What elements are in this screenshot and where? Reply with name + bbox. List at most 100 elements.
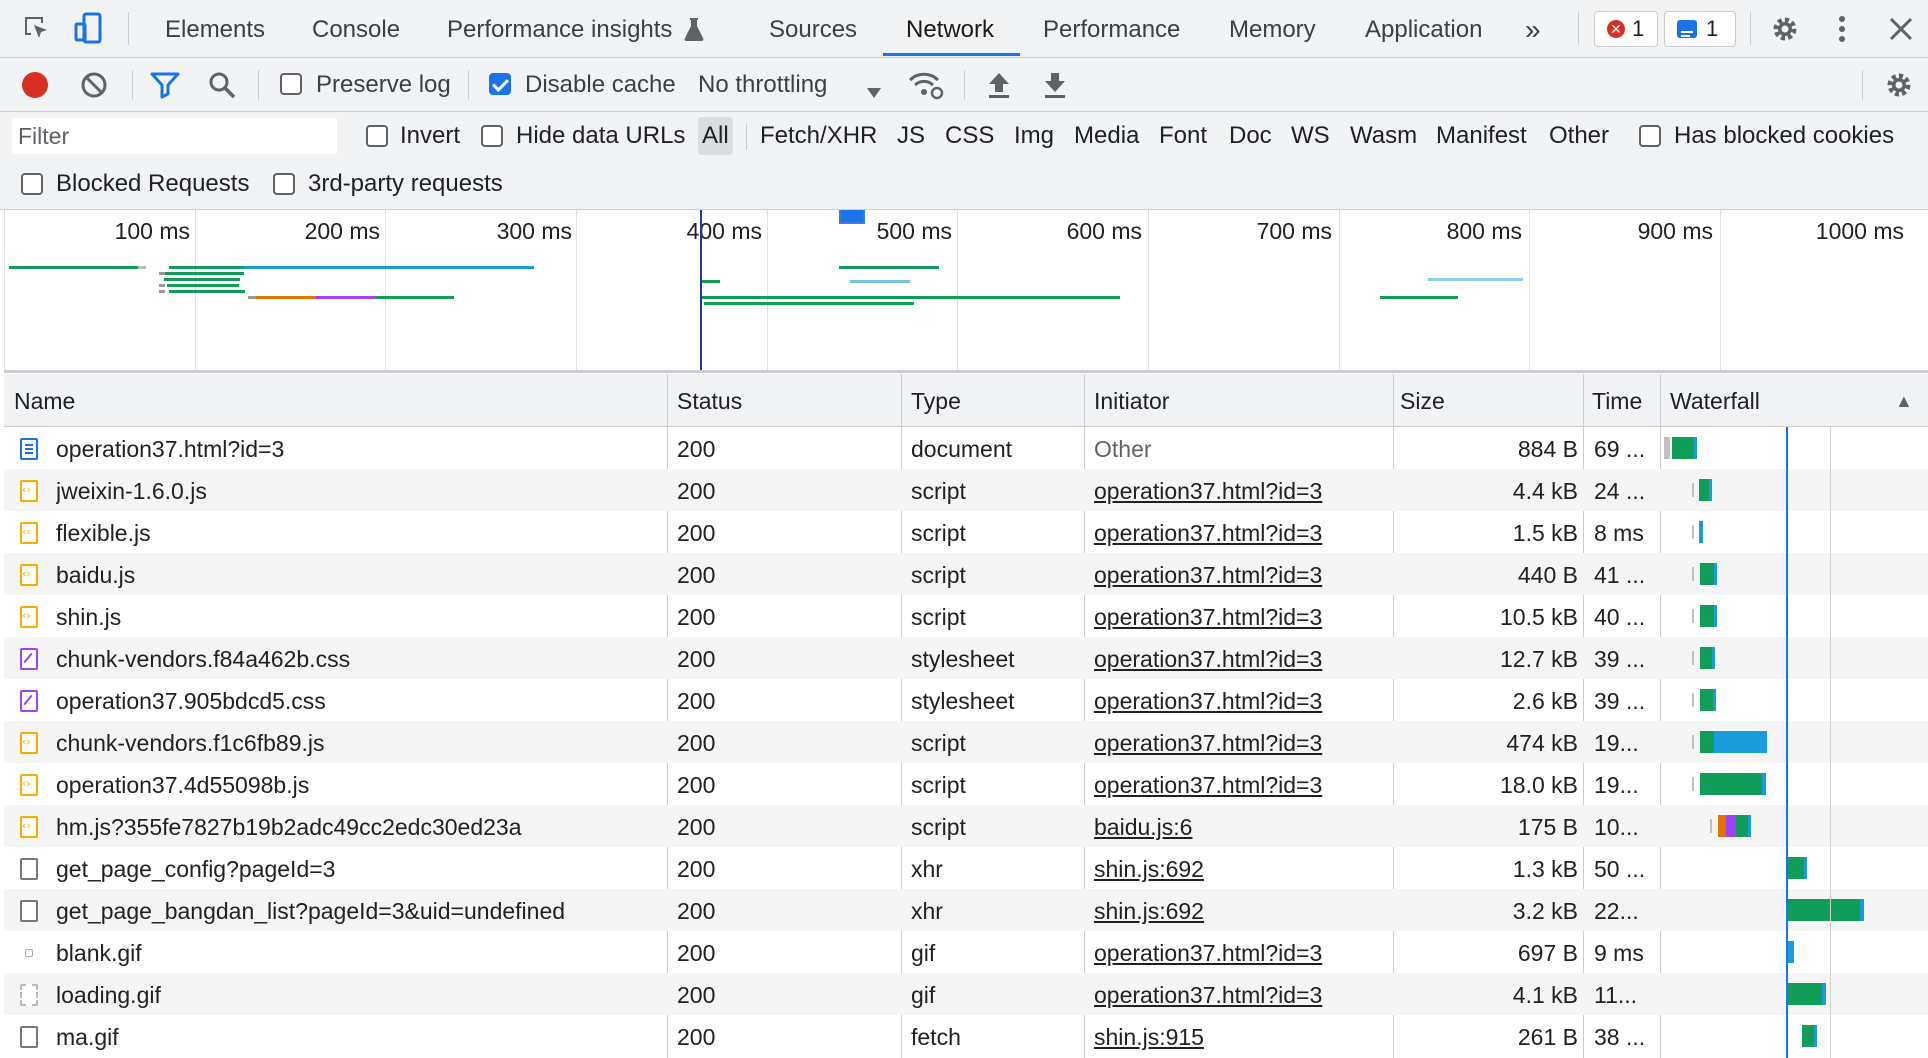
request-initiator[interactable]: shin.js:692	[1094, 889, 1390, 933]
waterfall-bar	[1692, 693, 1694, 707]
type-filter-js[interactable]: JS	[893, 117, 929, 155]
request-initiator[interactable]: baidu.js:6	[1094, 805, 1390, 849]
request-initiator[interactable]: operation37.html?id=3	[1094, 973, 1390, 1017]
disable-cache-label: Disable cache	[525, 71, 676, 98]
more-options-icon[interactable]	[1834, 14, 1850, 44]
inspect-element-icon[interactable]	[22, 14, 52, 44]
table-row[interactable]: get_page_bangdan_list?pageId=3&uid=undef…	[4, 889, 1928, 931]
table-row[interactable]: operation37.905bdcd5.css 200 stylesheet ope…	[4, 679, 1928, 721]
type-filter-img[interactable]: Img	[1010, 117, 1058, 155]
tab-performance-insights[interactable]: Performance insights	[447, 0, 672, 57]
column-header-status[interactable]: Status	[677, 374, 742, 428]
type-filter-ws[interactable]: WS	[1287, 117, 1334, 155]
hide-data-urls-checkbox[interactable]	[481, 125, 503, 147]
type-filter-font[interactable]: Font	[1155, 117, 1211, 155]
filter-icon[interactable]	[150, 71, 180, 99]
request-initiator[interactable]: operation37.html?id=3	[1094, 679, 1390, 723]
request-initiator[interactable]: operation37.html?id=3	[1094, 721, 1390, 765]
request-status: 200	[677, 982, 716, 1008]
script-file-icon	[20, 522, 38, 544]
clear-icon[interactable]	[80, 71, 108, 99]
gif-file-icon	[20, 984, 38, 1006]
more-tabs-button[interactable]: »	[1525, 0, 1541, 57]
table-row[interactable]: chunk-vendors.f84a462b.css 200 stylesheet o…	[4, 637, 1928, 679]
table-row[interactable]: operation37.4d55098b.js 200 script operatio…	[4, 763, 1928, 805]
request-name: operation37.html?id=3	[56, 436, 285, 462]
tab-performance[interactable]: Performance	[1043, 0, 1180, 57]
blocked-requests-checkbox[interactable]	[21, 173, 43, 195]
disable-cache-checkbox[interactable]	[489, 73, 511, 95]
throttling-select[interactable]: No throttling	[698, 58, 827, 111]
tab-sources[interactable]: Sources	[769, 0, 857, 57]
type-filter-other[interactable]: Other	[1545, 117, 1613, 155]
table-row[interactable]: blank.gif 200 gif operation37.html?id=3 697 …	[4, 931, 1928, 973]
column-header-time[interactable]: Time	[1592, 374, 1642, 428]
error-count-badge[interactable]: ✕ 1	[1594, 11, 1658, 47]
request-initiator[interactable]: operation37.html?id=3	[1094, 553, 1390, 597]
device-toolbar-icon[interactable]	[74, 12, 104, 44]
sort-ascending-icon[interactable]: ▲	[1895, 374, 1913, 428]
request-initiator[interactable]: operation37.html?id=3	[1094, 931, 1390, 975]
tab-application[interactable]: Application	[1365, 0, 1482, 57]
settings-gear-icon[interactable]	[1770, 14, 1800, 44]
table-row[interactable]: hm.js?355fe7827b19b2adc49cc2edc30ed23a 20…	[4, 805, 1928, 847]
type-filter-css[interactable]: CSS	[941, 117, 998, 155]
has-blocked-cookies-label: Has blocked cookies	[1674, 122, 1895, 149]
waterfall-bar	[1692, 609, 1694, 623]
request-initiator[interactable]: operation37.html?id=3	[1094, 511, 1390, 555]
network-overview-timeline[interactable]: 100 ms 200 ms 300 ms 400 ms 500 ms 600 m…	[4, 210, 1928, 373]
waterfall-bar	[1822, 983, 1826, 1005]
request-initiator[interactable]: operation37.html?id=3	[1094, 595, 1390, 639]
type-filter-manifest[interactable]: Manifest	[1432, 117, 1531, 155]
column-header-name[interactable]: Name	[14, 374, 75, 428]
request-initiator[interactable]: shin.js:915	[1094, 1015, 1390, 1058]
type-filter-media[interactable]: Media	[1070, 117, 1143, 155]
filter-input[interactable]	[12, 118, 337, 154]
tab-network[interactable]: Network	[906, 0, 994, 57]
tab-console[interactable]: Console	[312, 0, 400, 57]
type-filter-all[interactable]: All	[698, 117, 733, 155]
chevron-down-icon[interactable]	[866, 78, 882, 98]
table-row[interactable]: baidu.js 200 script operation37.html?id=3 44…	[4, 553, 1928, 595]
request-initiator[interactable]: operation37.html?id=3	[1094, 637, 1390, 681]
overview-bar	[138, 266, 146, 269]
request-name: jweixin-1.6.0.js	[56, 478, 207, 504]
request-size: 2.6 kB	[1512, 688, 1578, 714]
table-row[interactable]: chunk-vendors.f1c6fb89.js 200 script operat…	[4, 721, 1928, 763]
request-initiator[interactable]: operation37.html?id=3	[1094, 469, 1390, 513]
network-settings-icon[interactable]	[1884, 70, 1914, 100]
tab-memory[interactable]: Memory	[1229, 0, 1316, 57]
search-icon[interactable]	[207, 70, 237, 100]
export-har-icon[interactable]	[1042, 70, 1068, 100]
toolbar-separator	[132, 70, 133, 100]
network-conditions-icon[interactable]	[908, 70, 944, 100]
table-row[interactable]: shin.js 200 script operation37.html?id=3 10.…	[4, 595, 1928, 637]
type-filter-doc[interactable]: Doc	[1225, 117, 1276, 155]
table-row[interactable]: get_page_config?pageId=3 200 xhr shin.js:69…	[4, 847, 1928, 889]
import-har-icon[interactable]	[986, 70, 1012, 100]
column-header-initiator[interactable]: Initiator	[1094, 374, 1169, 428]
type-filter-wasm[interactable]: Wasm	[1346, 117, 1421, 155]
third-party-requests-label: 3rd-party requests	[308, 170, 503, 197]
type-filter-fetch-xhr[interactable]: Fetch/XHR	[756, 117, 881, 155]
overview-gridline	[4, 210, 5, 370]
table-row[interactable]: jweixin-1.6.0.js 200 script operation37.htm…	[4, 469, 1928, 511]
table-row[interactable]: operation37.html?id=3 200 document Other 884…	[4, 427, 1928, 469]
record-button[interactable]	[22, 72, 48, 98]
table-row[interactable]: loading.gif 200 gif operation37.html?id=3 4.…	[4, 973, 1928, 1015]
request-initiator[interactable]: operation37.html?id=3	[1094, 763, 1390, 807]
table-row[interactable]: flexible.js 200 script operation37.html?id=…	[4, 511, 1928, 553]
column-header-size[interactable]: Size	[1400, 374, 1445, 428]
has-blocked-cookies-checkbox[interactable]	[1639, 125, 1661, 147]
invert-checkbox[interactable]	[366, 125, 388, 147]
column-header-waterfall[interactable]: Waterfall	[1670, 374, 1760, 428]
overview-bar	[167, 284, 239, 287]
column-header-type[interactable]: Type	[911, 374, 961, 428]
third-party-requests-checkbox[interactable]	[273, 173, 295, 195]
message-count-badge[interactable]: 1	[1664, 11, 1736, 47]
close-icon[interactable]	[1888, 16, 1914, 42]
table-row[interactable]: ma.gif 200 fetch shin.js:915 261 B 38 ...	[4, 1015, 1928, 1057]
preserve-log-checkbox[interactable]	[280, 73, 302, 95]
request-initiator[interactable]: shin.js:692	[1094, 847, 1390, 891]
tab-elements[interactable]: Elements	[165, 0, 265, 57]
